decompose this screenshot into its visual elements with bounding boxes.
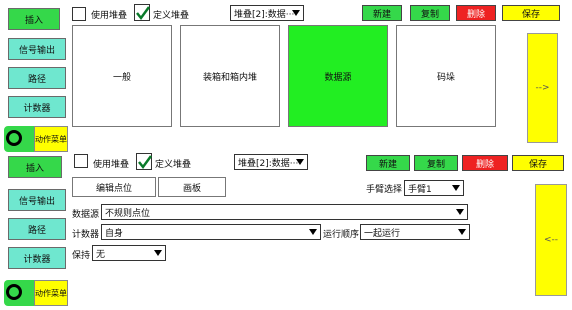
use-stack-checkbox[interactable] [72, 7, 86, 21]
chevron-down-icon-counter [309, 229, 317, 235]
stack-select-dropdown-2[interactable]: 堆叠[2]:数据··· [234, 154, 308, 170]
counter-label-field: 计数器 [72, 230, 100, 240]
new-button-2[interactable]: 新建 [366, 155, 410, 171]
copy-label-2: 复制 [426, 159, 445, 170]
tile-boxing[interactable]: 装箱和箱内堆 [180, 25, 280, 127]
hold-label: 保持 [72, 251, 91, 261]
define-stack-checkbox-2[interactable] [136, 153, 153, 170]
checkmark-icon-2 [138, 155, 153, 170]
stack-select-value-2: 堆叠[2]:数据··· [238, 158, 299, 169]
arm-select-dropdown[interactable]: 手臂1 [404, 180, 464, 196]
chevron-down-icon-arm [452, 185, 460, 191]
stack-select-value: 堆叠[2]:数据··· [234, 9, 295, 20]
delete-label: 删除 [466, 9, 485, 20]
counter-button[interactable]: 计数器 [8, 96, 66, 118]
insert-button-2[interactable]: 插入 [8, 156, 62, 178]
signal-output-button-2[interactable]: 信号输出 [8, 189, 66, 211]
new-button[interactable]: 新建 [362, 5, 402, 21]
next-arrow-button[interactable]: --> [527, 33, 558, 143]
insert-label-2: 插入 [25, 163, 44, 174]
insert-button[interactable]: 插入 [8, 8, 60, 30]
edit-points-label: 编辑点位 [95, 183, 132, 194]
data-source-value: 不规则点位 [105, 208, 151, 219]
copy-label: 复制 [420, 9, 439, 20]
path-button[interactable]: 路径 [8, 67, 66, 89]
action-menu-label: 动作菜单 [34, 126, 68, 152]
chevron-down-icon-hold [154, 250, 162, 256]
define-stack-label-2: 定义堆叠 [155, 160, 192, 170]
tile-data-source-label: 数据源 [324, 72, 352, 83]
run-order-dropdown[interactable]: 一起运行 [360, 224, 470, 240]
save-button-2[interactable]: 保存 [512, 155, 564, 171]
counter-label: 计数器 [23, 103, 51, 114]
insert-label: 插入 [24, 15, 43, 26]
delete-button[interactable]: 删除 [456, 5, 496, 21]
counter-value: 自身 [105, 228, 124, 239]
path-label: 路径 [27, 74, 46, 85]
save-button[interactable]: 保存 [502, 5, 560, 21]
canvas-label: 画板 [182, 183, 201, 194]
use-stack-label-2: 使用堆叠 [93, 160, 130, 170]
define-stack-label: 定义堆叠 [153, 11, 190, 21]
signal-output-label: 信号输出 [18, 45, 55, 56]
signal-output-label-2: 信号输出 [18, 196, 55, 207]
use-stack-checkbox-2[interactable] [74, 154, 88, 168]
back-arrow-button[interactable]: <-- [535, 184, 567, 296]
path-label-2: 路径 [27, 225, 46, 236]
chevron-down-icon-order [458, 229, 466, 235]
copy-button[interactable]: 复制 [410, 5, 450, 21]
hold-value: 无 [96, 249, 106, 260]
copy-button-2[interactable]: 复制 [414, 155, 458, 171]
data-source-label: 数据源 [72, 210, 100, 220]
run-order-label: 运行顺序 [323, 230, 360, 240]
action-menu-label-2: 动作菜单 [34, 280, 68, 306]
chevron-down-icon-2 [296, 159, 304, 165]
action-menu-toggle-icon [4, 126, 34, 152]
use-stack-label: 使用堆叠 [91, 11, 128, 21]
new-label: 新建 [372, 9, 391, 20]
stack-select-dropdown[interactable]: 堆叠[2]:数据··· [230, 5, 304, 21]
hold-dropdown[interactable]: 无 [92, 245, 166, 261]
new-label-2: 新建 [378, 159, 397, 170]
action-menu-toggle-icon-2 [4, 280, 34, 306]
run-order-value: 一起运行 [364, 228, 401, 239]
edit-points-button[interactable]: 编辑点位 [72, 177, 156, 197]
counter-label-2: 计数器 [23, 254, 51, 265]
save-label: 保存 [521, 9, 540, 20]
tile-data-source[interactable]: 数据源 [288, 25, 388, 127]
save-label-2: 保存 [528, 159, 547, 170]
action-menu-button-2[interactable]: 动作菜单 [4, 280, 68, 306]
action-menu-button[interactable]: 动作菜单 [4, 126, 68, 152]
tile-general-label: 一般 [112, 72, 131, 83]
counter-button-2[interactable]: 计数器 [8, 247, 66, 269]
checkmark-icon [136, 6, 151, 21]
tile-palletizing-label: 码垛 [436, 72, 455, 83]
canvas-button[interactable]: 画板 [158, 177, 226, 197]
arm-select-label: 手臂选择 [366, 185, 403, 195]
tile-general[interactable]: 一般 [72, 25, 172, 127]
tile-palletizing[interactable]: 码垛 [396, 25, 496, 127]
chevron-down-icon-source [456, 209, 464, 215]
define-stack-checkbox[interactable] [134, 4, 151, 21]
back-arrow-label: <-- [543, 235, 559, 245]
counter-dropdown[interactable]: 自身 [101, 224, 321, 240]
data-source-dropdown[interactable]: 不规则点位 [101, 204, 468, 220]
path-button-2[interactable]: 路径 [8, 218, 66, 240]
tile-boxing-label: 装箱和箱内堆 [202, 72, 257, 83]
next-arrow-label: --> [535, 83, 550, 93]
arm-select-value: 手臂1 [408, 184, 432, 195]
signal-output-button[interactable]: 信号输出 [8, 38, 66, 60]
chevron-down-icon [292, 10, 300, 16]
delete-label-2: 删除 [475, 159, 494, 170]
delete-button-2[interactable]: 删除 [462, 155, 508, 171]
